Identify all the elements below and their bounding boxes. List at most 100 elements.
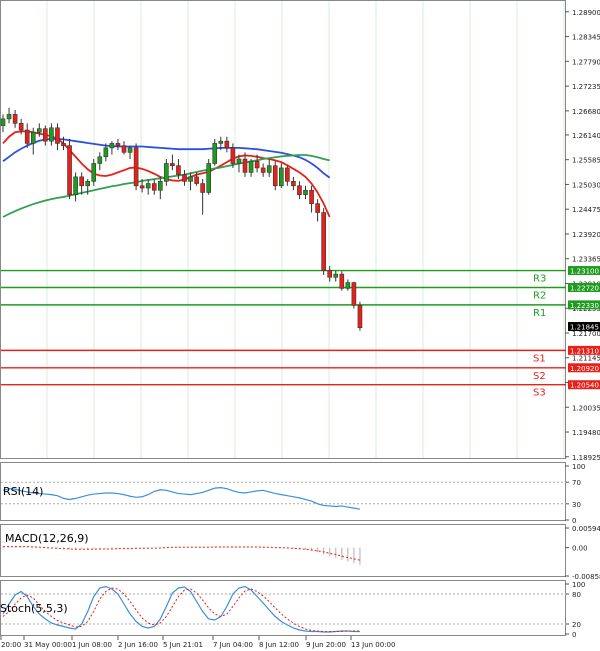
price-tick-label: 1.19480	[572, 429, 600, 437]
price-tick-label: 1.26140	[572, 132, 600, 140]
time-tick-label: 1 Jun 08:00	[72, 641, 112, 649]
candle-body	[333, 273, 339, 278]
candle-body	[339, 273, 345, 289]
candle-body	[0, 118, 6, 126]
current-price-value: 1.21845	[570, 324, 599, 332]
candle-body	[345, 282, 351, 289]
level-label-r2: R2	[533, 290, 546, 301]
candle-body	[67, 145, 72, 196]
candle-body	[224, 140, 230, 149]
level-price-value: 1.20540	[570, 382, 599, 390]
stoch-tick-label: 100	[572, 581, 585, 589]
time-tick-label: 13 Jun 00:00	[351, 641, 395, 649]
candle-body	[291, 181, 296, 187]
stoch-tick-label: 20	[572, 621, 581, 629]
candle-body	[309, 189, 314, 204]
candle-body	[145, 183, 151, 189]
candle-body	[230, 147, 236, 164]
price-tick-label: 1.23365	[572, 256, 600, 264]
candle-body	[109, 143, 115, 149]
forex-chart: 1.28900 1.28345 1.27790 1.27235 1.26680 1.261…	[0, 0, 600, 651]
candle-body	[200, 183, 205, 193]
price-tick-label: 1.25030	[572, 181, 600, 189]
candle-body	[218, 140, 224, 144]
price-tick-label: 1.23920	[572, 231, 600, 239]
candle-body	[351, 282, 357, 306]
stoch-title: Stoch(5,5,3)	[0, 602, 68, 615]
level-label-s3: S3	[533, 388, 546, 399]
level-price-value: 1.21310	[570, 347, 599, 355]
candle-body	[272, 165, 278, 187]
time-tick-label: 8 Jun 12:00	[259, 641, 299, 649]
candle-body	[206, 163, 211, 193]
time-tick-label: 5 Jun 21:01	[163, 641, 203, 649]
candle-body	[285, 167, 290, 182]
candle-body	[85, 181, 90, 187]
candle-body	[188, 176, 193, 182]
candle-body	[176, 165, 181, 175]
level-price-value: 1.22720	[570, 284, 599, 292]
candle-body	[127, 147, 133, 153]
candle-body	[297, 185, 302, 196]
candle-body	[73, 176, 78, 196]
candle-body	[170, 163, 175, 167]
time-tick-label: 20:00	[1, 641, 21, 649]
time-tick-label: 2 Jun 16:00	[118, 641, 158, 649]
time-tick-label: 9 Jun 20:00	[306, 641, 346, 649]
rsi-tick-label: 30	[572, 501, 581, 509]
candle-body	[327, 270, 333, 278]
candle-body	[91, 163, 97, 182]
candle-body	[139, 185, 145, 189]
candle-body	[18, 123, 24, 131]
level-price-value: 1.20920	[570, 365, 599, 373]
candle-body	[236, 158, 242, 164]
candle-body	[61, 143, 66, 146]
price-tick-label: 1.28900	[572, 9, 600, 17]
candle-body	[357, 305, 363, 328]
time-tick-label: 7 Jun 04:00	[213, 641, 253, 649]
level-price-value: 1.22330	[570, 302, 599, 310]
candle-body	[55, 127, 60, 144]
candle-body	[248, 160, 254, 173]
level-label-s1: S1	[533, 353, 546, 364]
candle-body	[121, 145, 127, 153]
candle-body	[151, 183, 157, 191]
candle-body	[321, 212, 326, 271]
level-label-r1: R1	[533, 308, 546, 319]
stoch-tick-label: 0	[572, 631, 576, 639]
level-label-r3: R3	[533, 274, 546, 285]
candle-body	[6, 114, 12, 120]
price-tick-label: 1.27235	[572, 83, 600, 91]
rsi-tick-label: 70	[572, 479, 581, 487]
candle-body	[133, 147, 139, 187]
price-tick-label: 1.18925	[572, 454, 600, 462]
macd-tick-label: 0.005941	[572, 525, 600, 533]
price-tick-label: 1.21145	[572, 355, 600, 363]
candle-body	[212, 143, 218, 164]
candle-body	[315, 203, 320, 213]
macd-tick-label: 0.00	[572, 545, 588, 553]
candle-body	[24, 129, 30, 144]
macd-title: MACD(12,26,9)	[5, 532, 89, 545]
candle-body	[97, 156, 103, 164]
candle-body	[164, 163, 169, 182]
candle-body	[49, 127, 54, 142]
candle-body	[158, 181, 163, 191]
rsi-tick-label: 100	[572, 463, 585, 471]
candle-body	[30, 131, 36, 144]
candle-body	[194, 176, 199, 184]
level-price-value: 1.23100	[570, 268, 599, 276]
rsi-title: RSI(14)	[3, 485, 43, 498]
candle-body	[266, 165, 272, 173]
candle-body	[182, 174, 187, 182]
price-tick-label: 1.24475	[572, 206, 600, 214]
price-tick-label: 1.27790	[572, 58, 600, 66]
stoch-tick-label: 80	[572, 591, 581, 599]
price-tick-label: 1.20035	[572, 404, 600, 412]
candle-body	[43, 128, 48, 142]
rsi-tick-label: 0	[572, 517, 576, 525]
price-tick-label: 1.25585	[572, 157, 600, 165]
price-tick-label: 1.28345	[572, 34, 600, 42]
price-tick-label: 1.26680	[572, 108, 600, 116]
candle-body	[103, 147, 109, 158]
